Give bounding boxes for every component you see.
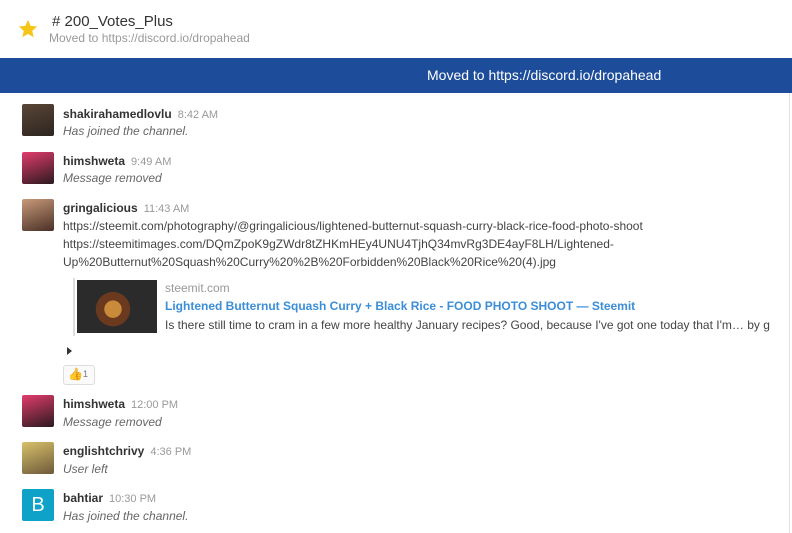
reaction-button[interactable]: 👍 1	[63, 365, 95, 385]
link-embed: steemit.com Lightened Butternut Squash C…	[73, 278, 792, 336]
avatar[interactable]: B	[22, 489, 54, 521]
channel-topic: Moved to https://discord.io/dropahead	[49, 31, 250, 45]
timestamp[interactable]: 12:00 PM	[131, 399, 178, 411]
message-text: Message removed	[63, 415, 162, 429]
message-author-line: himshweta 9:49 AM	[63, 154, 171, 168]
message-author-line: englishtchrivy 4:36 PM	[63, 444, 191, 458]
embed-thumbnail[interactable]	[77, 280, 157, 333]
embed-description: Is there still time to cram in a few mor…	[165, 318, 770, 332]
channel-title: # 200_Votes_Plus	[52, 13, 173, 30]
avatar[interactable]	[22, 199, 54, 231]
username[interactable]: gringalicious	[63, 201, 138, 215]
channel-header: # 200_Votes_Plus Moved to https://discor…	[0, 0, 792, 58]
timestamp[interactable]: 11:43 AM	[144, 203, 190, 215]
avatar[interactable]	[22, 104, 54, 136]
message-link[interactable]: https://steemit.com/photography/@gringal…	[63, 219, 643, 233]
reaction-count: 1	[83, 369, 89, 379]
message-link[interactable]: https://steemitimages.com/DQmZpoK9gZWdr8…	[63, 237, 614, 251]
username[interactable]: englishtchrivy	[63, 444, 144, 458]
star-icon[interactable]	[17, 18, 39, 40]
caret-right-icon[interactable]	[67, 347, 72, 355]
announcement-banner: Moved to https://discord.io/dropahead	[0, 58, 792, 93]
message-author-line: shakirahamedlovlu 8:42 AM	[63, 107, 218, 121]
avatar[interactable]	[22, 152, 54, 184]
message-author-line: himshweta 12:00 PM	[63, 397, 178, 411]
username[interactable]: himshweta	[63, 397, 125, 411]
thumbs-up-icon: 👍	[68, 367, 83, 381]
message-text: Has joined the channel.	[63, 124, 189, 138]
avatar[interactable]	[22, 442, 54, 474]
timestamp[interactable]: 9:49 AM	[131, 156, 171, 168]
timestamp[interactable]: 8:42 AM	[178, 109, 218, 121]
message-link[interactable]: Up%20Butternut%20Squash%20Curry%20%2B%20…	[63, 255, 556, 269]
message-author-line: bahtiar 10:30 PM	[63, 491, 156, 505]
message-text: User left	[63, 462, 108, 476]
banner-text: Moved to https://discord.io/dropahead	[427, 67, 662, 83]
avatar[interactable]	[22, 395, 54, 427]
username[interactable]: himshweta	[63, 154, 125, 168]
message-text: Message removed	[63, 171, 162, 185]
embed-site: steemit.com	[165, 281, 230, 295]
timestamp[interactable]: 10:30 PM	[109, 493, 156, 505]
embed-title-link[interactable]: Lightened Butternut Squash Curry + Black…	[165, 299, 635, 313]
username[interactable]: shakirahamedlovlu	[63, 107, 172, 121]
username[interactable]: bahtiar	[63, 491, 103, 505]
timestamp[interactable]: 4:36 PM	[150, 446, 191, 458]
message-author-line: gringalicious 11:43 AM	[63, 201, 189, 215]
message-text: Has joined the channel.	[63, 509, 189, 523]
